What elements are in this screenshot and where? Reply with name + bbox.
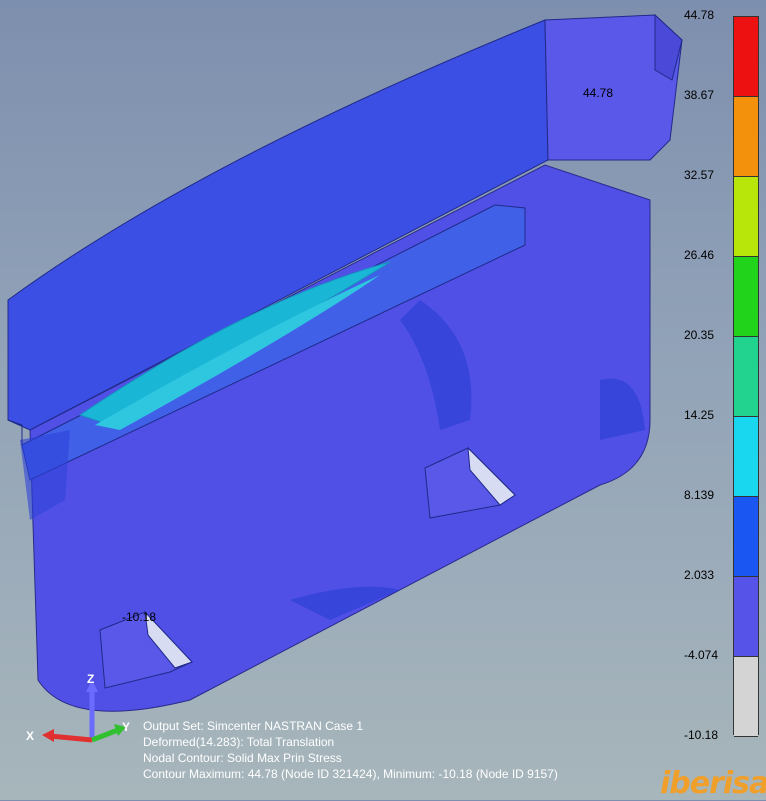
legend-swatch-8 bbox=[734, 577, 758, 657]
legend-label-6: 14.25 bbox=[684, 408, 715, 422]
info-nodal-contour: Nodal Contour: Solid Max Prin Stress bbox=[143, 751, 342, 765]
legend-swatch-4 bbox=[734, 257, 758, 337]
legend-swatch-5 bbox=[734, 337, 758, 417]
min-node-label: -10.18 bbox=[122, 610, 157, 624]
legend-label-5: 20.35 bbox=[684, 328, 715, 342]
legend-swatch-1 bbox=[734, 17, 758, 97]
legend-label-3: 32.57 bbox=[684, 168, 715, 182]
legend-label-2: 38.67 bbox=[684, 88, 715, 102]
axis-label-y: Y bbox=[122, 720, 131, 734]
axis-triad bbox=[42, 680, 126, 743]
iberisa-logo: iberisa bbox=[660, 766, 766, 801]
legend-label-4: 26.46 bbox=[684, 248, 715, 262]
max-node-label: 44.78 bbox=[583, 86, 614, 100]
legend-swatch-7 bbox=[734, 497, 758, 577]
legend-label-10: -10.18 bbox=[684, 728, 719, 742]
axis-label-z: Z bbox=[87, 672, 95, 686]
legend-swatch-9 bbox=[734, 657, 758, 737]
info-output-set: Output Set: Simcenter NASTRAN Case 1 bbox=[143, 719, 364, 733]
legend-label-7: 8.139 bbox=[684, 488, 715, 502]
legend-swatch-6 bbox=[734, 417, 758, 497]
legend-label-1: 44.78 bbox=[684, 8, 715, 22]
info-deformed: Deformed(14.283): Total Translation bbox=[143, 735, 335, 749]
legend-swatch-2 bbox=[734, 97, 758, 177]
legend-label-9: -4.074 bbox=[684, 648, 719, 662]
info-contour-range: Contour Maximum: 44.78 (Node ID 321424),… bbox=[143, 767, 558, 781]
legend-color-bar bbox=[733, 16, 759, 737]
legend-label-8: 2.033 bbox=[684, 568, 715, 582]
legend-swatch-3 bbox=[734, 177, 758, 257]
axis-label-x: X bbox=[26, 729, 35, 743]
